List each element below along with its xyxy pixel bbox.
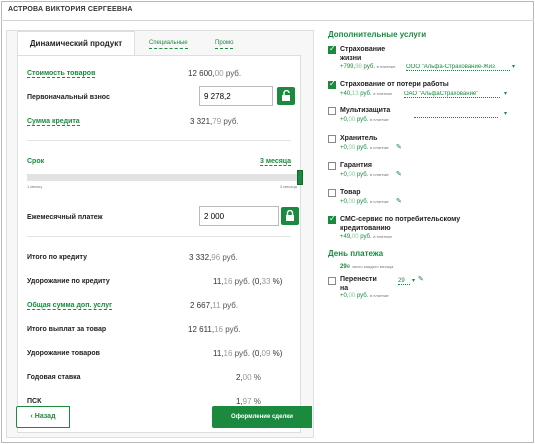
goods-markup-value: 11,16 руб. (0,09 %) [213, 349, 283, 358]
job-loss-checkbox[interactable] [328, 79, 336, 89]
credit-sum-value: 3 321,79 руб. [190, 117, 239, 126]
submit-deal-button[interactable]: Оформление сделки [212, 406, 312, 428]
credit-sum-label[interactable]: Сумма кредита [27, 118, 80, 126]
chevron-down-icon[interactable]: ▾ [504, 90, 507, 97]
chevron-down-icon[interactable]: ▾ [412, 277, 415, 284]
life-insurance-checkbox[interactable] [328, 44, 336, 54]
life-insurance-price: +799,98 руб. в платеже [340, 64, 396, 70]
tab-dynamic-product[interactable]: Динамический продукт [17, 31, 135, 55]
tab-promo[interactable]: Промо [215, 38, 234, 49]
credit-markup-value: 11,16 руб. (0,33 %) [213, 277, 283, 286]
term-slider-track[interactable] [27, 174, 297, 181]
multiprotection-select[interactable] [414, 110, 498, 118]
services-total-label[interactable]: Общая сумма доп. услуг [27, 302, 113, 310]
goods-cost-value: 12 600,00 руб. [188, 69, 242, 78]
total-credit-value: 3 332,96 руб. [189, 253, 238, 262]
transfer-day-select[interactable]: 29 [398, 278, 410, 285]
credit-calculator: Динамический продукт Специальные Промо С… [6, 30, 314, 438]
transfer-checkbox[interactable] [328, 277, 336, 285]
total-paid-value: 12 611,16 руб. [188, 325, 241, 334]
warranty-label: Гарантия [340, 162, 372, 169]
total-credit-label: Итого по кредиту [27, 254, 88, 261]
client-name-title: АСТРОВА ВИКТОРИЯ СЕРГЕЕВНА [8, 6, 133, 13]
down-payment-label: Первоначальный взнос [27, 94, 110, 101]
payment-day-value: 29е число каждого месяца [340, 264, 394, 270]
warranty-price: +0,00 руб. в платеже [340, 172, 389, 178]
job-loss-insurer-select[interactable]: ОАО "АльфаСтрахование" [404, 91, 500, 98]
pencil-icon[interactable]: ✎ [396, 143, 402, 151]
monthly-payment-input[interactable] [199, 206, 279, 226]
services-total-value: 2 667,11 руб. [190, 301, 239, 310]
payment-day-title: День платежа [328, 249, 384, 258]
keeper-label: Хранитель [340, 135, 378, 142]
transfer-price: +0,00 руб. в платеже [340, 293, 389, 299]
goods-cost-label[interactable]: Стоимость товаров [27, 70, 96, 78]
total-paid-label: Итого выплат за товар [27, 326, 107, 333]
keeper-price: +0,00 руб. в платеже [340, 145, 389, 151]
job-loss-label: Страхование от потери работы [340, 81, 449, 88]
term-max-label: 3 месяца [280, 184, 297, 189]
goods-label: Товар [340, 189, 361, 196]
chevron-down-icon[interactable]: ▾ [504, 110, 507, 117]
back-button[interactable]: ‹ Назад [16, 406, 70, 428]
pencil-icon[interactable]: ✎ [396, 197, 402, 205]
divider [27, 140, 291, 141]
goods-checkbox[interactable] [328, 189, 336, 197]
chevron-down-icon[interactable]: ▾ [512, 63, 515, 70]
calculator-panel: Стоимость товаров 12 600,00 руб. Первона… [17, 55, 303, 433]
divider [27, 236, 291, 237]
psk-label: ПСК [27, 398, 42, 405]
title-divider [1, 20, 534, 21]
term-value[interactable]: 3 месяца [260, 158, 292, 166]
tab-special[interactable]: Специальные [149, 38, 188, 49]
sms-price: +49,00 руб. в платеже [340, 234, 393, 240]
sms-label: СМС-сервис по потребительскому кредитован… [340, 216, 461, 232]
psk-value: 1,97 % [236, 397, 261, 406]
warranty-checkbox[interactable] [328, 162, 336, 170]
transfer-label: Перенести на [340, 276, 377, 292]
term-label: Срок [27, 158, 45, 165]
unlock-icon[interactable] [277, 87, 295, 105]
job-loss-price: +40,13 руб. в платеже [340, 91, 393, 97]
life-insurance-label: Страхование жизни [340, 46, 386, 62]
annual-rate-label: Годовая ставка [27, 374, 81, 381]
credit-markup-label: Удорожание по кредиту [27, 278, 110, 285]
sms-checkbox[interactable] [328, 214, 336, 224]
goods-markup-label: Удорожание товаров [27, 350, 100, 357]
multiprotection-checkbox[interactable] [328, 107, 336, 115]
annual-rate-value: 2,00 % [236, 373, 261, 382]
pencil-icon[interactable]: ✎ [396, 170, 402, 178]
monthly-payment-label: Ежемесячный платеж [27, 214, 103, 221]
goods-price: +0,00 руб. в платеже [340, 199, 389, 205]
multiprotection-price: +0,00 руб. в платеже [340, 117, 389, 123]
multiprotection-label: Мультизащита [340, 107, 391, 114]
services-title: Дополнительные услуги [328, 30, 427, 39]
life-insurer-select[interactable]: ООО "Альфа-Страхование-Жиз [406, 64, 510, 71]
term-min-label: 1 месяц [27, 184, 42, 189]
down-payment-input[interactable] [199, 86, 273, 106]
keeper-checkbox[interactable] [328, 135, 336, 143]
term-slider-thumb[interactable] [297, 170, 303, 185]
pencil-icon[interactable]: ✎ [418, 275, 424, 283]
lock-icon[interactable] [281, 207, 299, 225]
chevron-left-icon: ‹ [30, 413, 33, 420]
